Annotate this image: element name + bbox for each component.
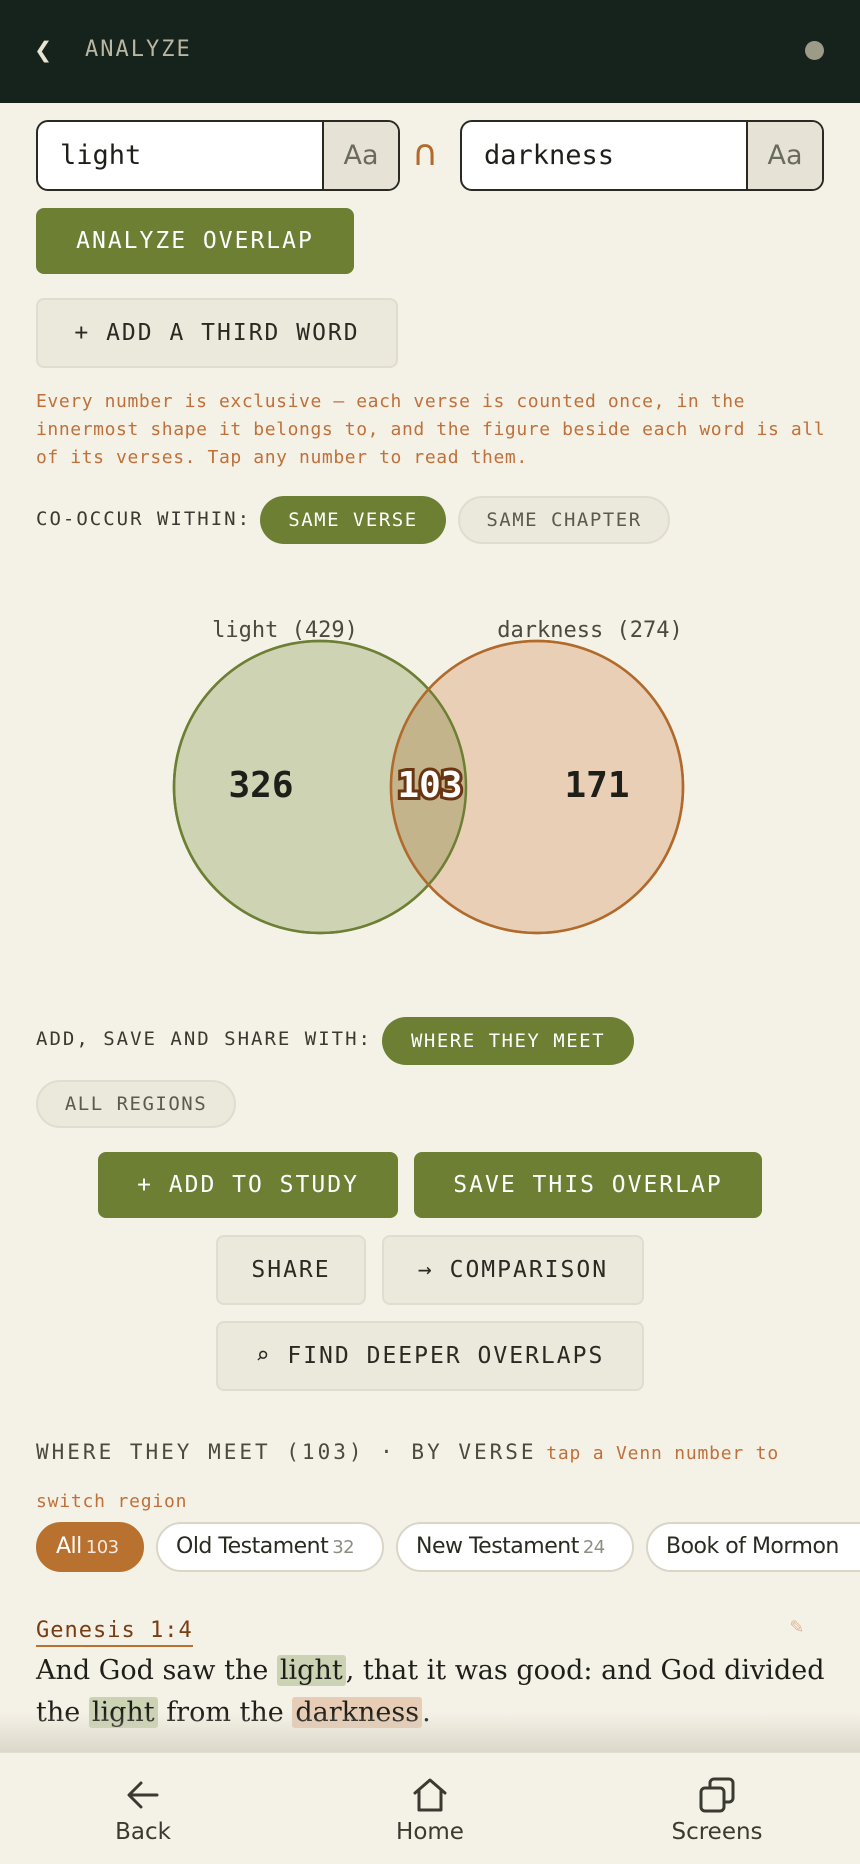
- filter-chip-all[interactable]: All 103: [36, 1522, 144, 1572]
- nav-back-label: Back: [115, 1819, 171, 1845]
- where-they-meet-pill[interactable]: WHERE THEY MEET: [382, 1017, 634, 1065]
- filter-chip-old-testament[interactable]: Old Testament 32: [156, 1522, 384, 1572]
- page-title: ANALYZE: [85, 37, 192, 62]
- word-b-case-toggle[interactable]: Aa: [746, 122, 822, 189]
- filter-chip-label: New Testament: [416, 1534, 579, 1559]
- word-b-input[interactable]: darkness: [462, 122, 746, 189]
- back-chevron-icon[interactable]: ❮: [34, 36, 52, 66]
- results-heading-block: WHERE THEY MEET (103) · BY VERSE tap a V…: [36, 1428, 836, 1526]
- nav-home-label: Home: [396, 1819, 464, 1845]
- home-icon: [413, 1778, 447, 1812]
- analyze-overlap-button[interactable]: ANALYZE OVERLAP: [36, 208, 354, 274]
- word-a-field[interactable]: light Aa: [36, 120, 400, 191]
- save-overlap-button[interactable]: SAVE THIS OVERLAP: [414, 1152, 762, 1218]
- only-darkness-count[interactable]: 171: [564, 765, 629, 806]
- find-deeper-overlaps-button[interactable]: ⌕ FIND DEEPER OVERLAPS: [216, 1321, 644, 1391]
- exclusive-count-note: Every number is exclusive — each verse i…: [36, 391, 826, 468]
- scroll-fade: [0, 1712, 860, 1754]
- nav-screens-button[interactable]: Screens: [617, 1753, 817, 1864]
- filter-chip-book-of-mormon[interactable]: Book of Mormon: [646, 1522, 860, 1572]
- status-dot-icon: [805, 41, 824, 60]
- word-b-field[interactable]: darkness Aa: [460, 120, 824, 191]
- overlap-count[interactable]: 103: [394, 762, 465, 809]
- bottom-navigation: Back Home Screens: [0, 1752, 860, 1864]
- filter-chip-count: 24: [582, 1537, 605, 1558]
- word-a-input[interactable]: light: [38, 122, 322, 189]
- back-arrow-icon: [127, 1781, 159, 1809]
- intersection-icon: ∩: [412, 133, 439, 174]
- screens-icon: [699, 1777, 735, 1813]
- only-light-count[interactable]: 326: [228, 765, 293, 806]
- add-third-word-button[interactable]: + ADD A THIRD WORD: [36, 298, 398, 368]
- filter-chip-new-testament[interactable]: New Testament 24: [396, 1522, 634, 1572]
- nav-home-button[interactable]: Home: [330, 1753, 530, 1864]
- word-a-case-toggle[interactable]: Aa: [322, 122, 398, 189]
- filter-chip-label: Old Testament: [176, 1534, 329, 1559]
- add-to-study-button[interactable]: + ADD TO STUDY: [98, 1152, 398, 1218]
- same-verse-pill[interactable]: SAME VERSE: [260, 496, 446, 544]
- filter-chip-label: All: [56, 1534, 82, 1559]
- nav-back-button[interactable]: Back: [43, 1753, 243, 1864]
- cooccur-label: CO-OCCUR WITHIN:: [36, 508, 252, 530]
- edit-pencil-icon[interactable]: ✎: [790, 1614, 803, 1639]
- filter-chip-count: 103: [85, 1537, 119, 1558]
- comparison-button[interactable]: → COMPARISON: [382, 1235, 644, 1305]
- filter-chip-count: 32: [332, 1537, 355, 1558]
- venn-diagram: light (429) darkness (274) 326 103 171: [172, 618, 685, 935]
- top-bar: ❮ ANALYZE: [0, 0, 860, 103]
- same-chapter-pill[interactable]: SAME CHAPTER: [458, 496, 670, 544]
- all-regions-pill[interactable]: ALL REGIONS: [36, 1080, 236, 1128]
- light-total-label: light (429): [212, 618, 358, 643]
- filter-chip-label: Book of Mormon: [666, 1534, 839, 1559]
- share-button[interactable]: SHARE: [216, 1235, 366, 1305]
- nav-screens-label: Screens: [671, 1819, 763, 1845]
- verse-reference-link[interactable]: Genesis 1:4: [36, 1618, 193, 1647]
- highlight-light: light: [276, 1655, 346, 1686]
- share-label: ADD, SAVE AND SHARE WITH:: [36, 1028, 372, 1050]
- darkness-total-label: darkness (274): [497, 618, 682, 643]
- results-heading: WHERE THEY MEET (103) · BY VERSE: [36, 1440, 537, 1464]
